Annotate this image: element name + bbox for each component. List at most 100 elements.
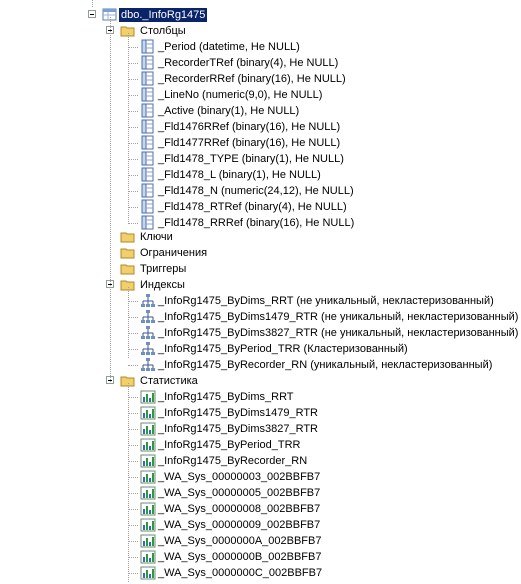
column-icon [140,183,156,199]
tree-node-statistic-label: _WA_Sys_00000008_002BBFB7 [158,503,321,515]
column-icon [140,199,156,215]
tree-node-column[interactable]: _LineNo (numeric(9,0), Не NULL) [0,87,521,103]
statistics-icon [140,533,156,549]
tree-node-statistic-label: _InfoRg1475_ByRecorder_RN [158,455,308,467]
tree-node-statistic[interactable]: _InfoRg1475_ByDims1479_RTR [0,405,521,421]
tree-node-column-label: _Fld1478_RTRef (binary(4), Не NULL) [158,201,347,213]
column-icon [140,87,156,103]
index-icon [140,309,156,325]
tree-node-column-label: _Active (binary(1), Не NULL) [158,105,300,117]
tree-node-column-label: _Fld1477RRef (binary(16), Не NULL) [158,137,341,149]
tree-node-statistic-label: _InfoRg1475_ByPeriod_TRR [158,439,301,451]
folder-icon [120,229,136,245]
statistics-icon [140,421,156,437]
tree-node-column[interactable]: _Period (datetime, Не NULL) [0,39,521,55]
tree-node-statistic[interactable]: _WA_Sys_00000005_002BBFB7 [0,485,521,501]
column-icon [140,151,156,167]
tree-node-index[interactable]: _InfoRg1475_ByPeriod_TRR (Кластеризованн… [0,341,521,357]
tree-node-column[interactable]: _Fld1478_RTRef (binary(4), Не NULL) [0,199,521,215]
tree-node-statistic-label: _InfoRg1475_ByDims3827_RTR [158,423,318,435]
tree-node-index[interactable]: _InfoRg1475_ByDims3827_RTR (не уникальны… [0,325,521,341]
column-icon [140,135,156,151]
statistics-icon [140,517,156,533]
tree-node-column[interactable]: _Fld1478_N (numeric(24,12), Не NULL) [0,183,521,199]
tree-node-triggers-folder[interactable]: Триггеры [0,261,521,277]
tree-node-statistic[interactable]: _InfoRg1475_ByDims3827_RTR [0,421,521,437]
tree-node-column-label: _Fld1476RRef (binary(16), Не NULL) [158,121,341,133]
tree-node-column[interactable]: _Fld1478_L (binary(1), Не NULL) [0,167,521,183]
column-icon [140,39,156,55]
tree-node-statistic[interactable]: _WA_Sys_0000000A_002BBFB7 [0,533,521,549]
tree-node-column[interactable]: _Fld1478_TYPE (binary(1), Не NULL) [0,151,521,167]
tree-node-column-label: _LineNo (numeric(9,0), Не NULL) [158,89,323,101]
statistics-icon [140,549,156,565]
tree-node-column[interactable]: _RecorderTRef (binary(4), Не NULL) [0,55,521,71]
tree-node-column[interactable]: _RecorderRRef (binary(16), Не NULL) [0,71,521,87]
folder-label: Ключи [140,231,173,243]
tree-node-indexes-folder[interactable]: Индексы [0,277,521,293]
statistics-icon [140,389,156,405]
tree-node-statistic-label: _WA_Sys_00000009_002BBFB7 [158,519,321,531]
tree-node-column[interactable]: _Fld1476RRef (binary(16), Не NULL) [0,119,521,135]
index-icon [140,341,156,357]
tree-node-column-label: _Fld1478_RRRef (binary(16), Не NULL) [158,217,355,229]
folder-label: Столбцы [140,25,186,37]
folder-label: Статистика [140,375,198,387]
tree-node-keys-folder[interactable]: Ключи [0,229,521,245]
statistics-icon [140,469,156,485]
statistics-icon [140,501,156,517]
statistics-icon [140,565,156,581]
tree-node-column-label: _RecorderRRef (binary(16), Не NULL) [158,73,346,85]
tree-node-column-label: _Fld1478_L (binary(1), Не NULL) [158,169,321,181]
tree-node-statistic-label: _InfoRg1475_ByDims1479_RTR [158,407,318,419]
tree-node-index[interactable]: _InfoRg1475_ByDims1479_RTR (не уникальны… [0,309,521,325]
tree-node-statistic-label: _WA_Sys_0000000A_002BBFB7 [158,535,322,547]
tree-node-index[interactable]: _InfoRg1475_ByRecorder_RN (уникальный, н… [0,357,521,373]
index-icon [140,357,156,373]
collapse-toggle-icon[interactable] [88,10,96,18]
statistics-icon [140,485,156,501]
tree-node-statistic-label: _InfoRg1475_ByDims_RRT [158,391,294,403]
folder-icon [120,261,136,277]
column-icon [140,103,156,119]
column-icon [140,167,156,183]
column-icon [140,71,156,87]
folder-label: Ограничения [140,247,208,259]
folder-label: Триггеры [140,263,187,275]
tree-node-statistic-label: _WA_Sys_0000000C_002BBFB7 [158,567,323,579]
tree-node-table[interactable]: dbo._InfoRg1475 [0,7,521,23]
column-icon [140,55,156,71]
tree-node-index-label: _InfoRg1475_ByDims3827_RTR (не уникальны… [158,327,519,339]
tree-node-columns-folder[interactable]: Столбцы [0,23,521,39]
tree-node-statistic[interactable]: _WA_Sys_0000000B_002BBFB7 [0,549,521,565]
index-icon [140,293,156,309]
statistics-icon [140,437,156,453]
tree-node-statistics-folder[interactable]: Статистика [0,373,521,389]
tree-node-statistic[interactable]: _WA_Sys_00000008_002BBFB7 [0,501,521,517]
tree-node-statistic[interactable]: _InfoRg1475_ByDims_RRT [0,389,521,405]
tree-node-statistic[interactable]: _WA_Sys_00000009_002BBFB7 [0,517,521,533]
tree-node-statistic-label: _WA_Sys_0000000B_002BBFB7 [158,551,322,563]
tree-node-statistic[interactable]: _InfoRg1475_ByPeriod_TRR [0,437,521,453]
folder-icon [120,245,136,261]
table-label: dbo._InfoRg1475 [119,8,208,22]
tree-node-index[interactable]: _InfoRg1475_ByDims_RRT (не уникальный, н… [0,293,521,309]
tree-node-column-label: _RecorderTRef (binary(4), Не NULL) [158,57,339,69]
tree-node-constraints-folder[interactable]: Ограничения [0,245,521,261]
folder-label: Индексы [140,279,185,291]
tree-node-index-label: _InfoRg1475_ByDims_RRT (не уникальный, н… [158,295,494,307]
tree-node-statistic[interactable]: _InfoRg1475_ByRecorder_RN [0,453,521,469]
tree-node-statistic-label: _WA_Sys_00000003_002BBFB7 [158,471,321,483]
index-icon [140,325,156,341]
column-icon [140,119,156,135]
tree-node-column[interactable]: _Active (binary(1), Не NULL) [0,103,521,119]
tree-node-column-label: _Fld1478_TYPE (binary(1), Не NULL) [158,153,344,165]
tree-node-statistic[interactable]: _WA_Sys_0000000C_002BBFB7 [0,565,521,581]
statistics-icon [140,453,156,469]
tree-node-statistic[interactable]: _WA_Sys_00000003_002BBFB7 [0,469,521,485]
tree-node-statistic-label: _WA_Sys_00000005_002BBFB7 [158,487,321,499]
tree-node-index-label: _InfoRg1475_ByPeriod_TRR (Кластеризованн… [158,343,408,355]
tree-node-column[interactable]: _Fld1477RRef (binary(16), Не NULL) [0,135,521,151]
statistics-icon [140,405,156,421]
tree-node-index-label: _InfoRg1475_ByRecorder_RN (уникальный, н… [158,359,493,371]
